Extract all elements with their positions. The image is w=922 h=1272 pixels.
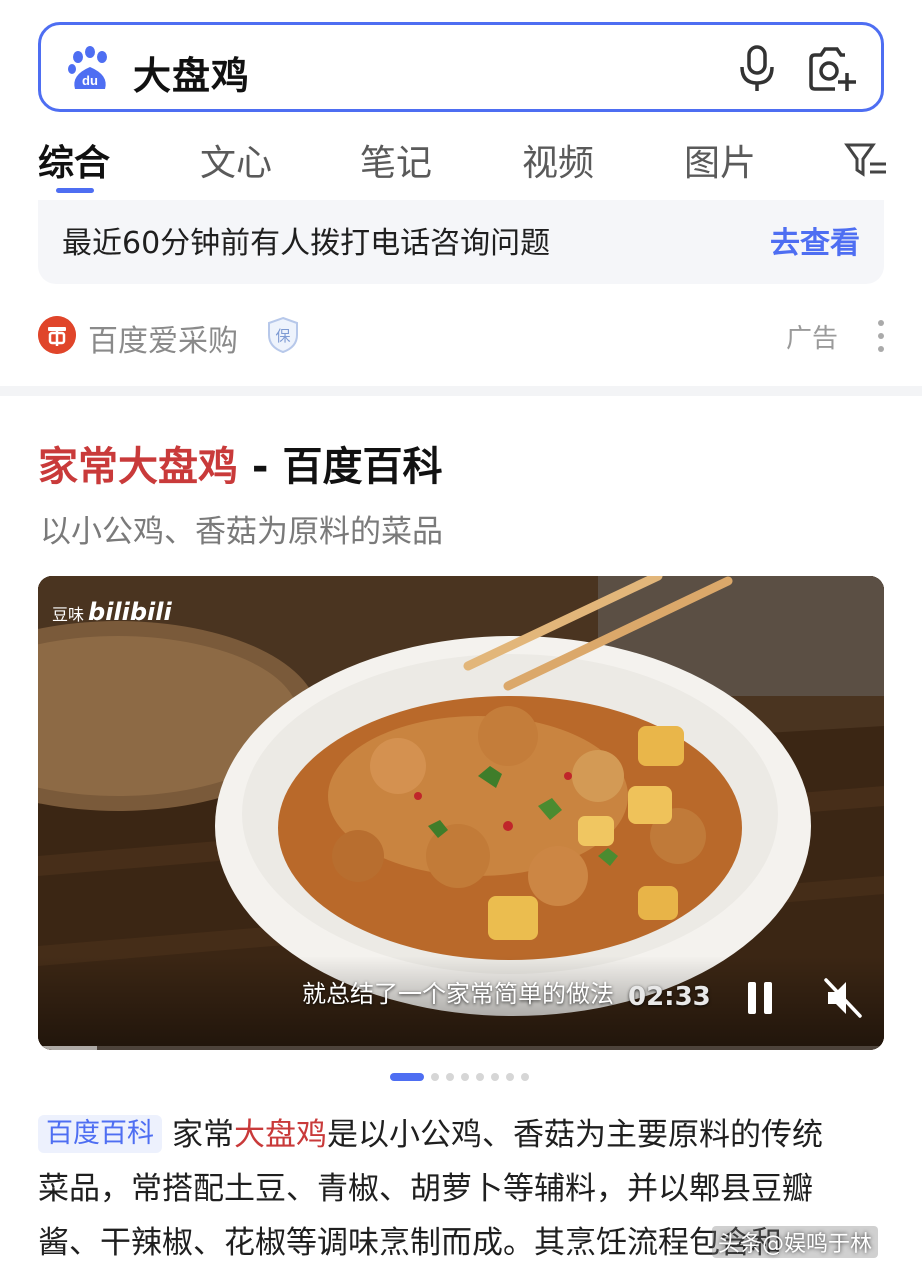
watermark-text: 豆味 — [52, 605, 85, 624]
tab-images[interactable]: 图片 — [684, 134, 756, 186]
filter-icon[interactable] — [844, 140, 888, 180]
guarantee-shield-icon: 保 — [268, 316, 298, 354]
pause-icon[interactable] — [742, 976, 778, 1020]
video-duration: 02:33 — [628, 982, 711, 1012]
video-progress-bar[interactable] — [38, 1046, 884, 1050]
view-link[interactable]: 去查看 — [770, 218, 860, 262]
baike-source-tag[interactable]: 百度百科 — [38, 1115, 162, 1153]
video-progress-fill — [38, 1046, 98, 1050]
search-input[interactable]: 大盘鸡 — [133, 45, 250, 100]
carousel-pagination — [390, 1072, 529, 1082]
carousel-dot[interactable] — [431, 1073, 439, 1081]
carousel-dot[interactable] — [461, 1073, 469, 1081]
tab-wenxin[interactable]: 文心 — [200, 134, 272, 186]
carousel-dot[interactable] — [390, 1073, 424, 1081]
microphone-icon[interactable] — [737, 43, 777, 95]
active-tab-indicator — [56, 188, 94, 193]
description-text: 家常 — [172, 1117, 234, 1153]
section-divider — [0, 386, 922, 396]
description-keyword: 大盘鸡 — [234, 1117, 327, 1153]
carousel-dot[interactable] — [521, 1073, 529, 1081]
tab-notes[interactable]: 笔记 — [360, 134, 432, 186]
result-title-link[interactable]: 家常大盘鸡 - 百度百科 — [38, 434, 442, 492]
search-bar[interactable]: du 大盘鸡 — [38, 22, 884, 112]
source-credit-watermark: 头条@娱鸣于林 — [712, 1226, 879, 1258]
carousel-dot[interactable] — [506, 1073, 514, 1081]
ad-label: 广告 — [786, 324, 839, 354]
video-caption: 就总结了一个家常简单的做法 — [302, 980, 614, 1008]
ad-brand-name[interactable]: 百度爱采购 — [88, 316, 238, 360]
video-player[interactable]: 豆味 bilibili 就总结了一个家常简单的做法 02:33 — [38, 576, 884, 1050]
title-source: - 百度百科 — [238, 444, 443, 490]
svg-text:保: 保 — [275, 327, 290, 345]
svg-text:du: du — [82, 73, 98, 88]
more-options-icon[interactable] — [876, 318, 886, 354]
notice-text: 最近60分钟前有人拨打电话咨询问题 — [62, 226, 551, 261]
muted-speaker-icon[interactable] — [820, 976, 866, 1020]
description-line-2: 菜品，常搭配土豆、青椒、胡萝卜等辅料，并以郫县豆瓣 — [38, 1171, 813, 1207]
title-keyword: 家常大盘鸡 — [38, 444, 238, 490]
search-tabs: 综合 文心 笔记 视频 图片 — [38, 134, 888, 194]
carousel-dot[interactable] — [446, 1073, 454, 1081]
aicaigou-logo-icon — [38, 316, 76, 354]
ad-source-row: 百度爱采购 保 广告 — [38, 312, 888, 360]
description-text: 是以小公鸡、香菇为主要原料的传统 — [327, 1117, 823, 1153]
baidu-paw-logo-icon: du — [68, 46, 107, 89]
description-line-1: 百度百科 家常大盘鸡是以小公鸡、香菇为主要原料的传统 — [38, 1108, 884, 1162]
camera-search-icon[interactable] — [805, 43, 857, 95]
carousel-dot[interactable] — [491, 1073, 499, 1081]
video-watermark: 豆味 bilibili — [52, 598, 172, 626]
watermark-brand: bilibili — [88, 598, 172, 626]
carousel-dot[interactable] — [476, 1073, 484, 1081]
result-subtitle: 以小公鸡、香菇为原料的菜品 — [40, 514, 443, 550]
tab-videos[interactable]: 视频 — [522, 134, 594, 186]
tab-comprehensive[interactable]: 综合 — [38, 134, 110, 186]
consult-notice: 最近60分钟前有人拨打电话咨询问题 去查看 — [38, 200, 884, 284]
